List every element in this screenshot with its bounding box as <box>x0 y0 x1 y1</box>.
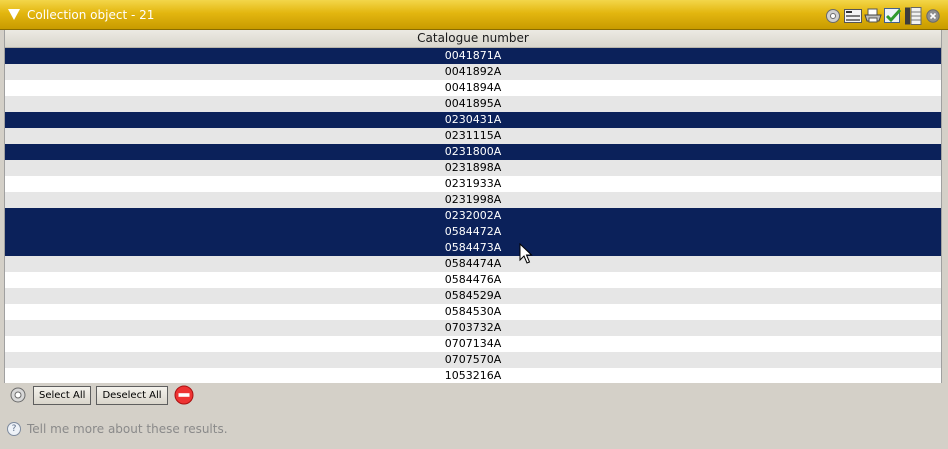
print-icon[interactable] <box>864 7 882 25</box>
help-question-icon: ? <box>7 422 21 436</box>
table-row[interactable]: 0041894A <box>5 80 941 96</box>
table-row[interactable]: 0584530A <box>5 304 941 320</box>
delete-icon[interactable] <box>173 384 195 406</box>
table-row[interactable]: 0584474A <box>5 256 941 272</box>
help-link[interactable]: ? Tell me more about these results. <box>7 421 228 437</box>
table-row[interactable]: 0232002A <box>5 208 941 224</box>
gear-icon[interactable] <box>824 7 842 25</box>
table-row[interactable]: 0041871A <box>5 48 941 64</box>
table-row[interactable]: 0231933A <box>5 176 941 192</box>
table-row[interactable]: 0230431A <box>5 112 941 128</box>
close-icon[interactable] <box>924 7 942 25</box>
window-title: Collection object - 21 <box>27 8 155 22</box>
table-row[interactable]: 0231898A <box>5 160 941 176</box>
table-body: 0041871A 0041892A 0041894A 0041895A 0230431A… <box>5 48 941 383</box>
table-row[interactable]: 0707134A <box>5 336 941 352</box>
results-gear-icon[interactable] <box>8 385 28 405</box>
action-bar: Select All Deselect All <box>8 384 195 406</box>
table-row[interactable]: 0231998A <box>5 192 941 208</box>
table-row[interactable]: 0584472A <box>5 224 941 240</box>
edit-check-icon[interactable] <box>884 7 902 25</box>
form-view-icon[interactable] <box>844 7 862 25</box>
title-toolbar <box>824 7 942 25</box>
grid-view-icon[interactable] <box>904 7 922 25</box>
select-all-button[interactable]: Select All <box>33 385 92 405</box>
help-text[interactable]: Tell me more about these results. <box>27 422 228 436</box>
table-row[interactable]: 0041892A <box>5 64 941 80</box>
mouse-cursor-icon <box>519 243 533 264</box>
table-row[interactable]: 0703732A <box>5 320 941 336</box>
collapse-triangle-icon[interactable] <box>8 9 20 20</box>
table-row[interactable]: 0584476A <box>5 272 941 288</box>
table-row[interactable]: 0231800A <box>5 144 941 160</box>
table-row[interactable]: 0584473A <box>5 240 941 256</box>
table-row[interactable]: 0707570A <box>5 352 941 368</box>
results-table: Catalogue number 0041871A 0041892A 0041894… <box>4 30 942 383</box>
table-row[interactable]: 0041895A <box>5 96 941 112</box>
table-row[interactable]: 0584529A <box>5 288 941 304</box>
table-row[interactable]: 1053216A <box>5 368 941 383</box>
table-row[interactable]: 0231115A <box>5 128 941 144</box>
deselect-all-button[interactable]: Deselect All <box>96 385 168 405</box>
title-bar: Collection object - 21 <box>0 0 948 30</box>
column-header-catalogue-number[interactable]: Catalogue number <box>5 30 941 48</box>
